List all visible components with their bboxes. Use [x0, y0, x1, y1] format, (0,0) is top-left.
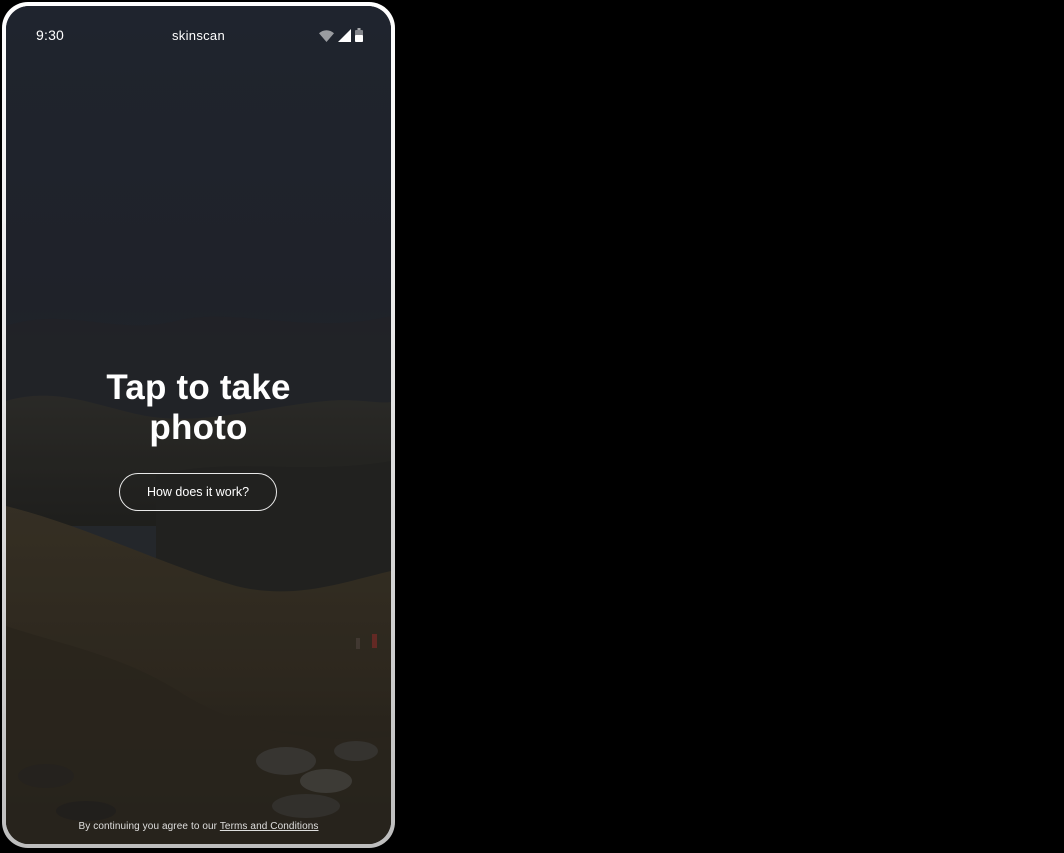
terms-footer: By continuing you agree to our Terms and…	[6, 821, 391, 832]
phone-frame: 9:30 skinscan Tap to take photo How does…	[2, 2, 395, 848]
battery-icon	[355, 28, 363, 42]
status-icons	[319, 28, 363, 42]
how-does-it-work-button[interactable]: How does it work?	[119, 473, 277, 511]
wifi-icon	[319, 30, 334, 42]
cellular-signal-icon	[338, 29, 351, 42]
terms-link[interactable]: Terms and Conditions	[220, 821, 319, 832]
terms-prefix: By continuing you agree to our	[78, 821, 220, 832]
camera-screen[interactable]: 9:30 skinscan Tap to take photo How does…	[6, 6, 391, 844]
hero-title[interactable]: Tap to take photo	[79, 368, 319, 448]
status-bar: 9:30 skinscan	[6, 6, 391, 58]
hero: Tap to take photo	[6, 368, 391, 448]
